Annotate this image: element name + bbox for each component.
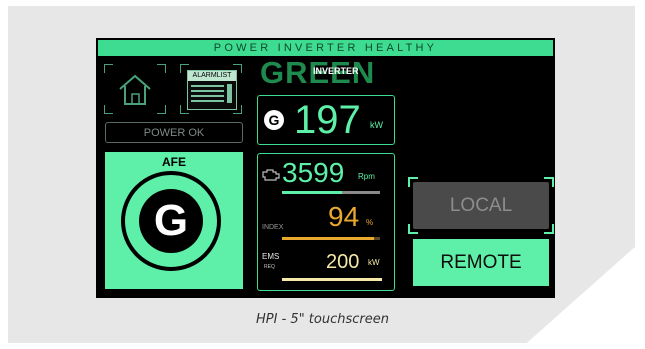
power-value: 197	[294, 98, 361, 142]
corner-bracket	[157, 64, 166, 73]
remote-button[interactable]: REMOTE	[413, 239, 549, 286]
home-icon	[119, 74, 151, 105]
index-label: INDEX	[262, 224, 284, 231]
power-display: G 197 kW	[257, 95, 395, 145]
local-button[interactable]: LOCAL	[413, 182, 549, 229]
corner-bracket	[104, 105, 113, 114]
generator-inner-circle: G	[139, 189, 203, 253]
inverter-tag: INVERTER	[313, 66, 359, 76]
generator-symbol: G	[121, 171, 221, 271]
ems-bar-fill	[282, 278, 382, 281]
power-unit: kW	[370, 120, 383, 130]
speed-unit: Rpm	[358, 172, 375, 181]
generator-letter: G	[153, 196, 189, 245]
speed-bar-fill	[282, 191, 342, 194]
corner-bracket	[157, 105, 166, 114]
engine-icon	[262, 169, 280, 181]
home-button[interactable]	[104, 64, 166, 114]
power-ok-indicator: POWER OK	[105, 122, 243, 143]
index-bar-fill	[282, 237, 374, 240]
ems-unit: kW	[368, 258, 380, 267]
ems-value: 200	[326, 251, 360, 273]
generator-small-letter: G	[268, 112, 280, 128]
ems-label: EMS	[262, 252, 280, 261]
alarm-list-icon: ALARMLIST	[187, 70, 237, 110]
alarm-list-label: ALARMLIST	[188, 71, 236, 81]
caption: HPI - 5" touchscreen	[256, 312, 389, 327]
ems-sublabel: REQ	[264, 264, 275, 270]
corner-bracket	[104, 64, 113, 73]
list-lines-icon	[191, 84, 232, 103]
index-unit: %	[366, 218, 374, 227]
alarm-list-button[interactable]: ALARMLIST	[180, 64, 242, 114]
hmi-screen: POWER INVERTER HEALTHY ALARMLIST POWER O…	[96, 38, 555, 298]
index-value: 94	[328, 201, 360, 232]
status-banner: POWER INVERTER HEALTHY	[98, 40, 553, 56]
afe-title: AFE	[162, 155, 186, 169]
engine-data-panel: 3599 Rpm INDEX 94 % EMS REQ 200 kW	[257, 153, 395, 291]
afe-panel[interactable]: AFE G	[105, 152, 243, 289]
generator-small-icon: G	[264, 110, 284, 130]
speed-value: 3599	[282, 157, 345, 188]
